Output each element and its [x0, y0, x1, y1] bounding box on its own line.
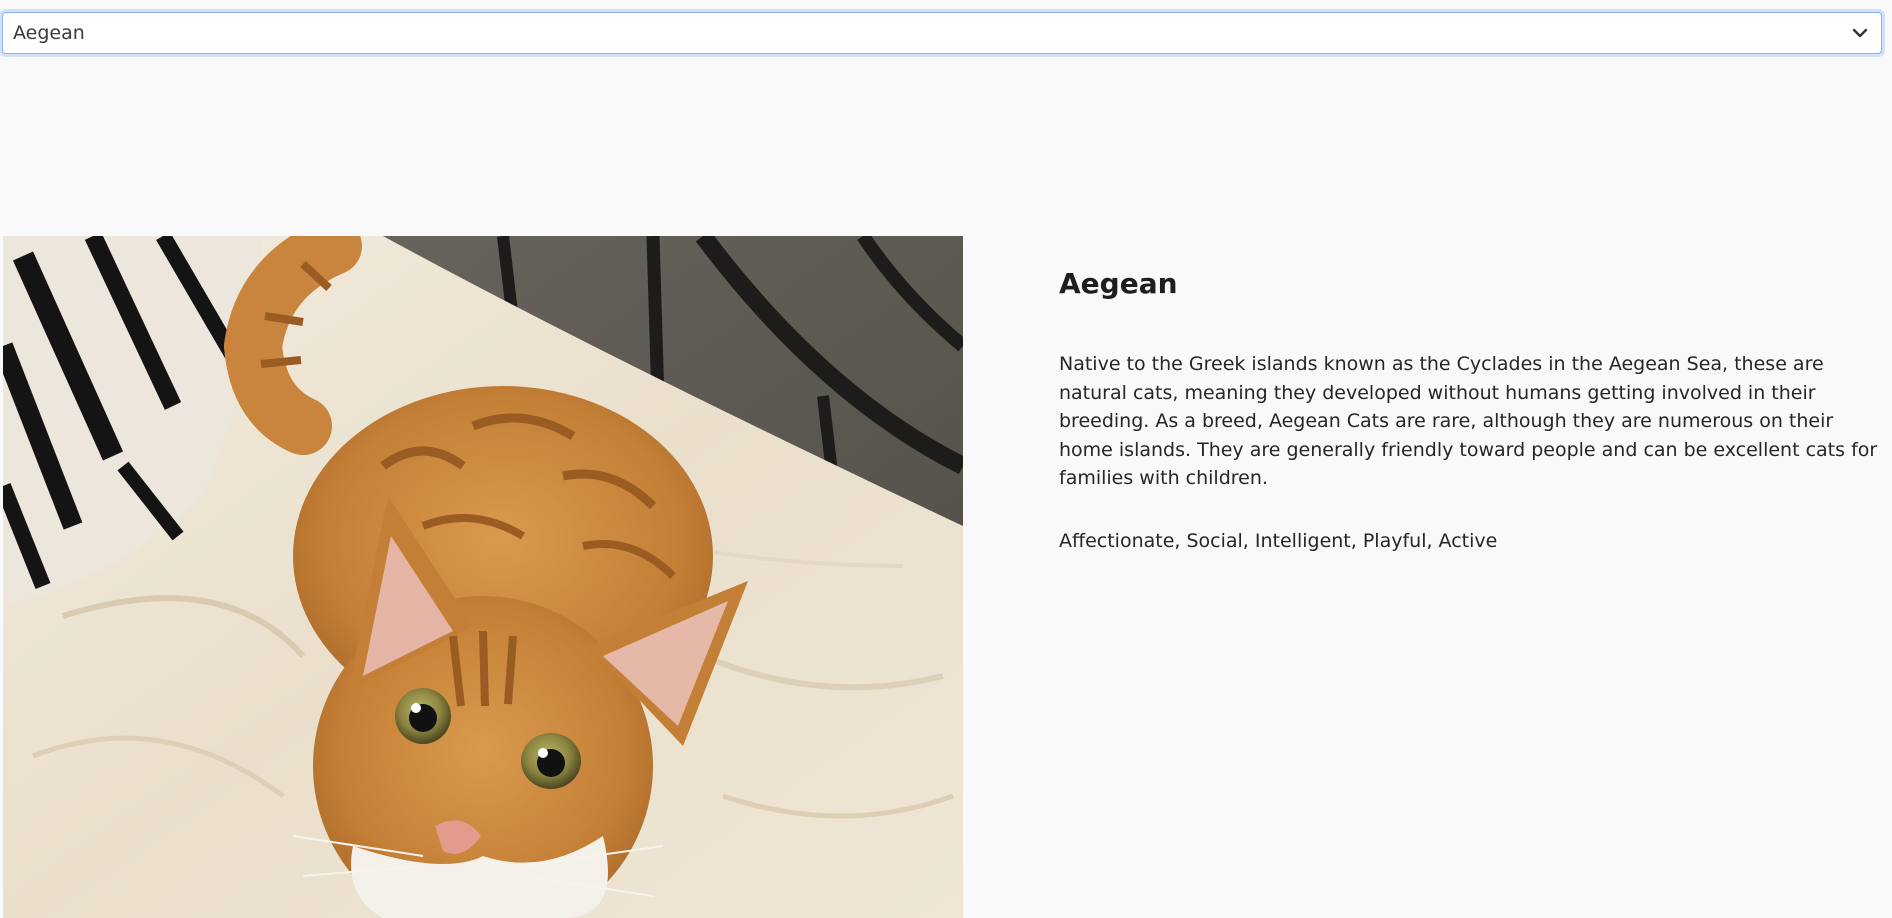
breed-description: Native to the Greek islands known as the… — [1059, 353, 1878, 489]
chevron-down-icon[interactable] — [1851, 24, 1869, 42]
breed-temperament: Affectionate, Social, Intelligent, Playf… — [1059, 529, 1498, 552]
breed-select[interactable]: Aegean — [2, 12, 1882, 54]
cat-photo — [3, 236, 963, 918]
breed-select-value: Aegean — [13, 22, 85, 44]
page: Aegean Aegean Native to the Greek island… — [0, 0, 1892, 918]
breed-info: Aegean Native to the Greek islands known… — [1059, 262, 1879, 555]
breed-name: Aegean — [1059, 267, 1178, 300]
